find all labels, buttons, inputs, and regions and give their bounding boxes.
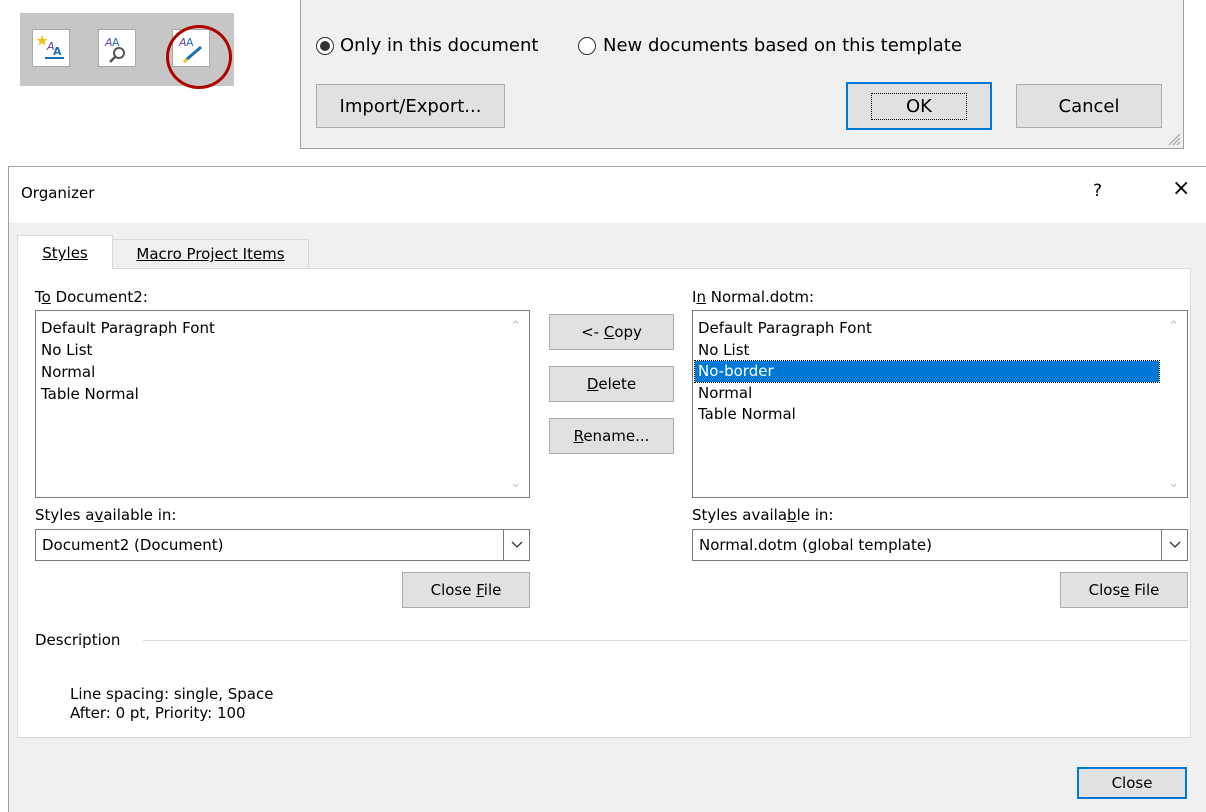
cancel-label: Cancel	[1058, 95, 1120, 117]
list-item[interactable]: Default Paragraph Font	[41, 318, 215, 339]
scroll-down-icon[interactable]: ⌄	[510, 476, 521, 491]
right-styles-list[interactable]: Default Paragraph Font No List No-border…	[692, 310, 1188, 498]
left-available-value: Document2 (Document)	[42, 536, 224, 554]
copy-label: <- Copy	[581, 323, 642, 341]
description-line-2: After: 0 pt, Priority: 100	[70, 704, 246, 722]
rename-button[interactable]: Rename...	[549, 418, 674, 454]
chevron-down-icon[interactable]	[503, 530, 529, 560]
organizer-dialog: Organizer ? × Styles Macro Project Items…	[8, 166, 1206, 812]
copy-button[interactable]: <- Copy	[549, 314, 674, 350]
svg-text:A: A	[53, 45, 62, 58]
list-item[interactable]: Normal	[698, 383, 752, 404]
scroll-up-icon[interactable]: ⌃	[510, 319, 521, 334]
styles-panel: To Document2: Default Paragraph Font No …	[17, 268, 1191, 738]
import-export-button[interactable]: Import/Export...	[316, 84, 505, 128]
left-list-header: To Document2:	[35, 288, 148, 306]
description-heading: Description	[35, 631, 121, 649]
styles-icon-strip: A A A A A A	[20, 13, 234, 89]
description-divider	[143, 640, 1188, 641]
close-icon[interactable]: ×	[1172, 176, 1190, 201]
list-item-selected[interactable]: No-border	[694, 360, 1160, 383]
right-list-header: In Normal.dotm:	[692, 288, 815, 306]
only-this-document-label: Only in this document	[340, 35, 539, 56]
new-documents-radio[interactable]	[578, 37, 596, 55]
title-bar: Organizer ? ×	[9, 167, 1206, 223]
list-item[interactable]: No List	[41, 340, 92, 361]
dialog-title: Organizer	[21, 184, 95, 202]
left-close-file-button[interactable]: Close File	[402, 572, 530, 608]
left-available-label: Styles available in:	[35, 506, 177, 524]
rename-label: Rename...	[573, 427, 650, 445]
tab-macro-project-items[interactable]: Macro Project Items	[112, 239, 309, 269]
cancel-button[interactable]: Cancel	[1016, 84, 1162, 128]
ok-button[interactable]: OK	[846, 82, 992, 130]
delete-button[interactable]: Delete	[549, 366, 674, 402]
ok-label: OK	[871, 92, 967, 120]
description-line-1: Line spacing: single, Space	[70, 685, 274, 703]
close-button-label: Close	[1111, 774, 1153, 792]
highlight-circle	[166, 25, 232, 89]
list-item[interactable]: Table Normal	[698, 404, 796, 425]
help-icon[interactable]: ?	[1093, 181, 1102, 201]
right-available-label: Styles available in:	[692, 506, 834, 524]
right-available-select[interactable]: Normal.dotm (global template)	[692, 529, 1188, 561]
list-item[interactable]: Normal	[41, 362, 95, 383]
right-available-value: Normal.dotm (global template)	[699, 536, 932, 554]
left-available-select[interactable]: Document2 (Document)	[35, 529, 530, 561]
only-this-document-radio[interactable]	[316, 37, 334, 55]
new-style-icon[interactable]: A A	[32, 29, 70, 67]
resize-grip-icon[interactable]	[1167, 132, 1181, 146]
left-close-file-label: Close File	[430, 581, 502, 599]
tab-styles[interactable]: Styles	[17, 235, 113, 269]
tab-styles-label: Styles	[42, 244, 88, 262]
list-item[interactable]: No List	[698, 340, 749, 361]
right-close-file-label: Close File	[1088, 581, 1160, 599]
import-export-label: Import/Export...	[339, 95, 482, 117]
delete-label: Delete	[586, 375, 637, 393]
scroll-down-icon[interactable]: ⌄	[1168, 476, 1179, 491]
scroll-up-icon[interactable]: ⌃	[1168, 319, 1179, 334]
close-button[interactable]: Close	[1077, 767, 1187, 799]
tab-macro-label: Macro Project Items	[136, 245, 285, 263]
list-item[interactable]: Table Normal	[41, 384, 139, 405]
list-item[interactable]: Default Paragraph Font	[698, 318, 872, 339]
style-inspector-icon[interactable]: A A	[98, 29, 136, 67]
modify-style-dialog-fragment: Only in this document New documents base…	[300, 0, 1184, 149]
new-documents-label: New documents based on this template	[603, 35, 962, 56]
right-close-file-button[interactable]: Close File	[1060, 572, 1188, 608]
chevron-down-icon[interactable]	[1161, 530, 1187, 560]
left-styles-list[interactable]: Default Paragraph Font No List Normal Ta…	[35, 310, 530, 498]
